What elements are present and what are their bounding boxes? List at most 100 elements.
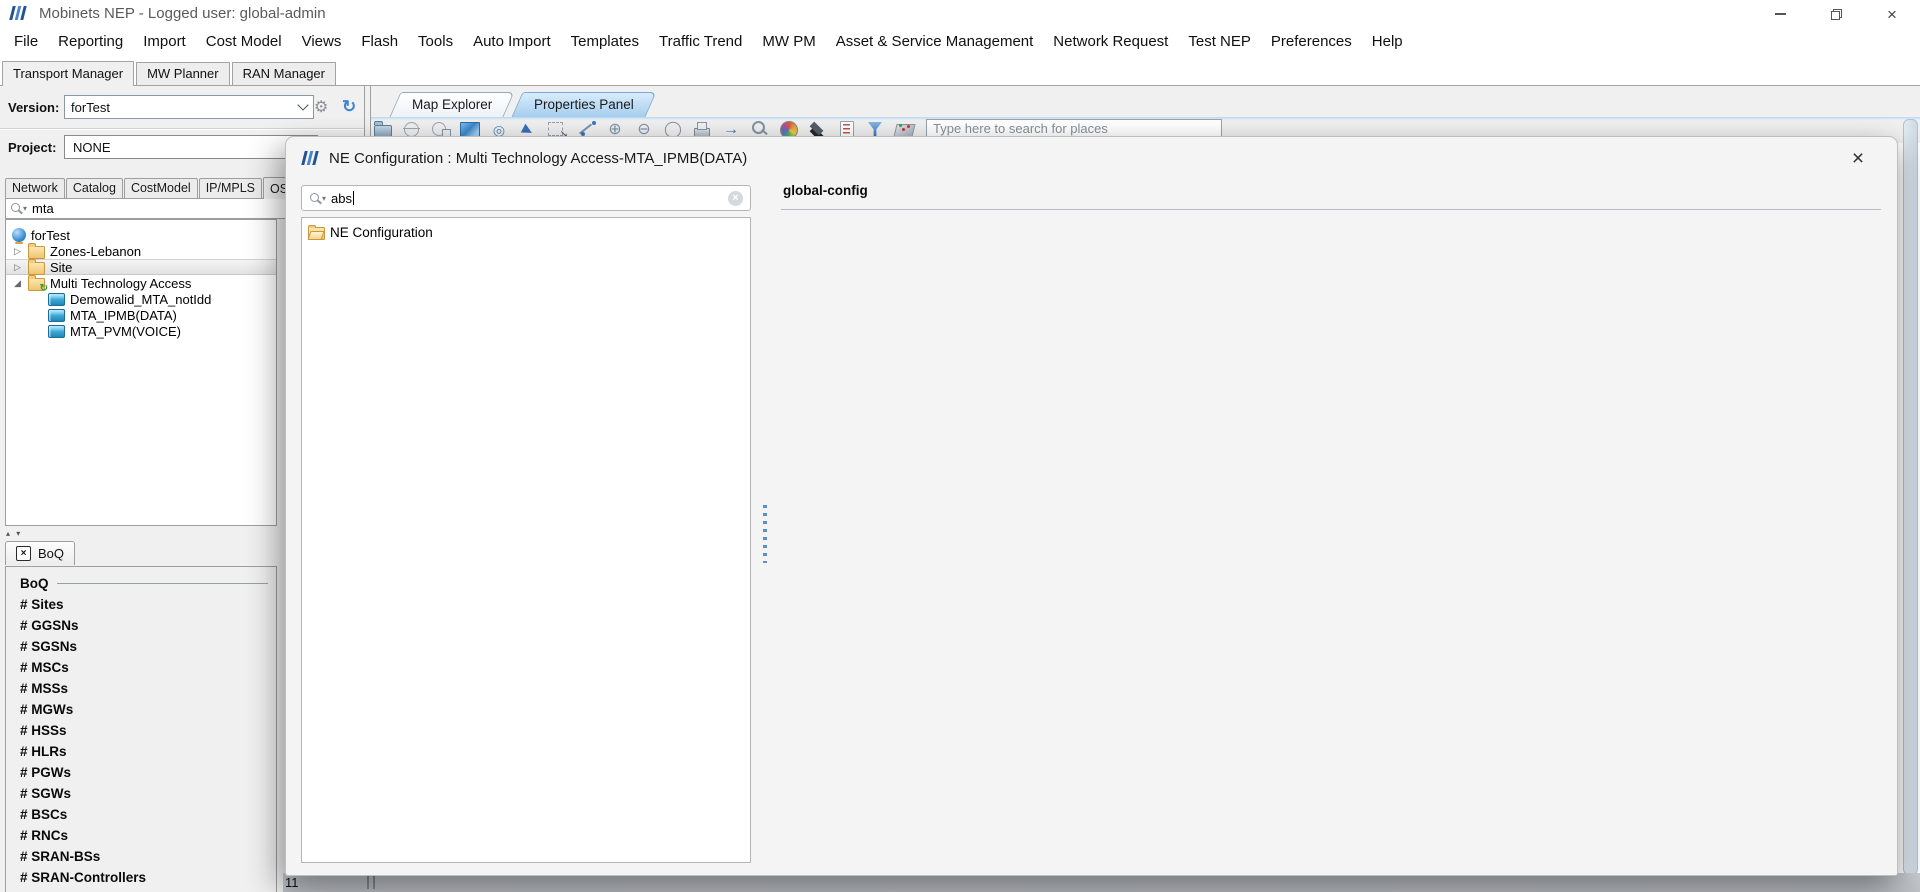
menu-views[interactable]: Views — [292, 29, 352, 54]
search-icon — [309, 192, 322, 205]
tab-network[interactable]: Network — [5, 178, 65, 198]
dialog-search-input[interactable]: ▾ abs × — [301, 185, 751, 211]
open-folder-icon — [308, 227, 325, 240]
panel-splitter[interactable]: ▴ ▾ — [6, 530, 22, 538]
boq-item-label: # BSCs — [20, 807, 67, 822]
tab-map-explorer[interactable]: Map Explorer — [389, 92, 514, 117]
close-tab-icon[interactable]: × — [16, 546, 31, 561]
boq-item: # HLRs — [20, 741, 270, 762]
dialog-close-button[interactable]: × — [1845, 145, 1871, 171]
expander-icon[interactable]: ◢ — [12, 279, 23, 288]
tree-item[interactable]: forTest — [6, 227, 276, 243]
tree-item-label: Multi Technology Access — [50, 276, 191, 291]
tree-item[interactable]: MTA_PVM(VOICE) — [6, 323, 276, 339]
boq-item: # SGSNs — [20, 636, 270, 657]
tab-boq[interactable]: × BoQ — [5, 541, 75, 565]
boq-item: # MGWs — [20, 699, 270, 720]
window-title: Mobinets NEP - Logged user: global-admin — [39, 5, 326, 22]
tab-transport-manager[interactable]: Transport Manager — [2, 61, 134, 86]
version-value: forTest — [71, 100, 110, 115]
tools-icon[interactable]: ⚙ — [314, 97, 328, 117]
menu-test-nep[interactable]: Test NEP — [1178, 29, 1261, 54]
tab-catalog[interactable]: Catalog — [66, 178, 123, 198]
boq-item-label: BoQ — [20, 576, 49, 591]
clear-search-icon[interactable]: × — [728, 191, 743, 206]
menu-templates[interactable]: Templates — [561, 29, 649, 54]
map-tab-bar: Map Explorer Properties Panel — [395, 94, 651, 117]
tree-item-label: MTA_IPMB(DATA) — [70, 308, 177, 323]
menu-asset-service-management[interactable]: Asset & Service Management — [826, 29, 1044, 54]
project-value: NONE — [73, 140, 111, 155]
left-tab-bar: Network Catalog CostModel IP/MPLS OSP — [5, 177, 304, 198]
menu-cost-model[interactable]: Cost Model — [196, 29, 292, 54]
boq-item-label: # MSCs — [20, 660, 69, 675]
tree-item-label: Demowalid_MTA_notIdd — [70, 292, 211, 307]
project-label: Project: — [8, 140, 56, 155]
scrollbar-marks — [367, 876, 369, 889]
expander-icon[interactable]: ▷ — [12, 263, 23, 272]
boq-item-label: # GGSNs — [20, 618, 79, 633]
boq-item: # SRAN-BSs — [20, 846, 270, 867]
tab-ran-manager[interactable]: RAN Manager — [232, 62, 336, 85]
menu-file[interactable]: File — [4, 29, 48, 54]
tree-item[interactable]: MTA_IPMB(DATA) — [6, 307, 276, 323]
boq-item: # GGSNs — [20, 615, 270, 636]
tree-item-label: Zones-Lebanon — [50, 244, 141, 259]
boq-item: # MSSs — [20, 678, 270, 699]
menu-flash[interactable]: Flash — [351, 29, 408, 54]
network-tree: forTest ▷ Zones-Lebanon ▷ Site ◢ Multi T… — [5, 219, 277, 526]
tree-item[interactable]: NE Configuration — [302, 223, 750, 242]
search-options-caret-icon[interactable]: ▾ — [322, 194, 326, 203]
menu-auto-import[interactable]: Auto Import — [463, 29, 561, 54]
ne-configuration-dialog: NE Configuration : Multi Technology Acce… — [285, 136, 1898, 876]
boq-item: # HSSs — [20, 720, 270, 741]
text-cursor — [353, 191, 354, 205]
tab-ip-mpls[interactable]: IP/MPLS — [199, 178, 262, 198]
tab-mw-planner[interactable]: MW Planner — [136, 62, 230, 85]
collapse-up-icon[interactable]: ▴ — [6, 529, 12, 538]
network-element-icon — [48, 325, 65, 338]
boq-item-label: # HLRs — [20, 744, 67, 759]
search-options-caret-icon[interactable]: ▾ — [23, 204, 27, 213]
boq-item-label: # MSSs — [20, 681, 68, 696]
menu-help[interactable]: Help — [1362, 29, 1413, 54]
boq-item: # SRAN-Controllers — [20, 867, 270, 888]
menu-reporting[interactable]: Reporting — [48, 29, 133, 54]
version-row: Version: forTest ⚙ ↻ — [8, 94, 364, 120]
network-element-icon — [48, 309, 65, 322]
separator — [0, 128, 364, 130]
window-controls: × — [1752, 0, 1920, 28]
tree-item[interactable]: ▷ Zones-Lebanon — [6, 243, 276, 259]
menu-import[interactable]: Import — [133, 29, 196, 54]
close-button[interactable]: × — [1864, 0, 1920, 28]
refresh-icon[interactable]: ↻ — [342, 97, 356, 117]
title-bar: Mobinets NEP - Logged user: global-admin… — [0, 0, 1920, 26]
boq-item-label: # SRAN-Controllers — [20, 870, 146, 885]
menu-mw-pm[interactable]: MW PM — [752, 29, 825, 54]
tree-search-value: mta — [32, 201, 54, 216]
menu-traffic-trend[interactable]: Traffic Trend — [649, 29, 752, 54]
minimize-button[interactable] — [1752, 0, 1808, 28]
project-field[interactable]: NONE — [64, 135, 318, 159]
tree-search-input[interactable]: ▾ mta — [5, 198, 287, 219]
tab-properties-panel[interactable]: Properties Panel — [512, 92, 657, 117]
boq-item: # PGWs — [20, 762, 270, 783]
tree-item-label: NE Configuration — [330, 225, 433, 240]
boq-item-label: # MGWs — [20, 702, 73, 717]
menu-tools[interactable]: Tools — [408, 29, 463, 54]
boq-item-label: # HSSs — [20, 723, 67, 738]
menu-network-request[interactable]: Network Request — [1043, 29, 1178, 54]
tree-item[interactable]: ▷ Site — [6, 259, 276, 275]
map-vertical-scrollbar[interactable] — [1903, 119, 1918, 875]
collapse-down-icon[interactable]: ▾ — [16, 529, 22, 538]
boq-item: # Sites — [20, 594, 270, 615]
dialog-splitter-handle[interactable] — [763, 505, 767, 563]
tree-item-label: Site — [50, 260, 72, 275]
menu-preferences[interactable]: Preferences — [1261, 29, 1362, 54]
tab-costmodel[interactable]: CostModel — [124, 178, 198, 198]
restore-button[interactable] — [1808, 0, 1864, 28]
expander-icon[interactable]: ▷ — [12, 247, 23, 256]
tree-item[interactable]: ◢ Multi Technology Access — [6, 275, 276, 291]
manager-tab-bar: Transport Manager MW Planner RAN Manager — [0, 56, 1920, 86]
version-combobox[interactable]: forTest — [64, 95, 314, 119]
